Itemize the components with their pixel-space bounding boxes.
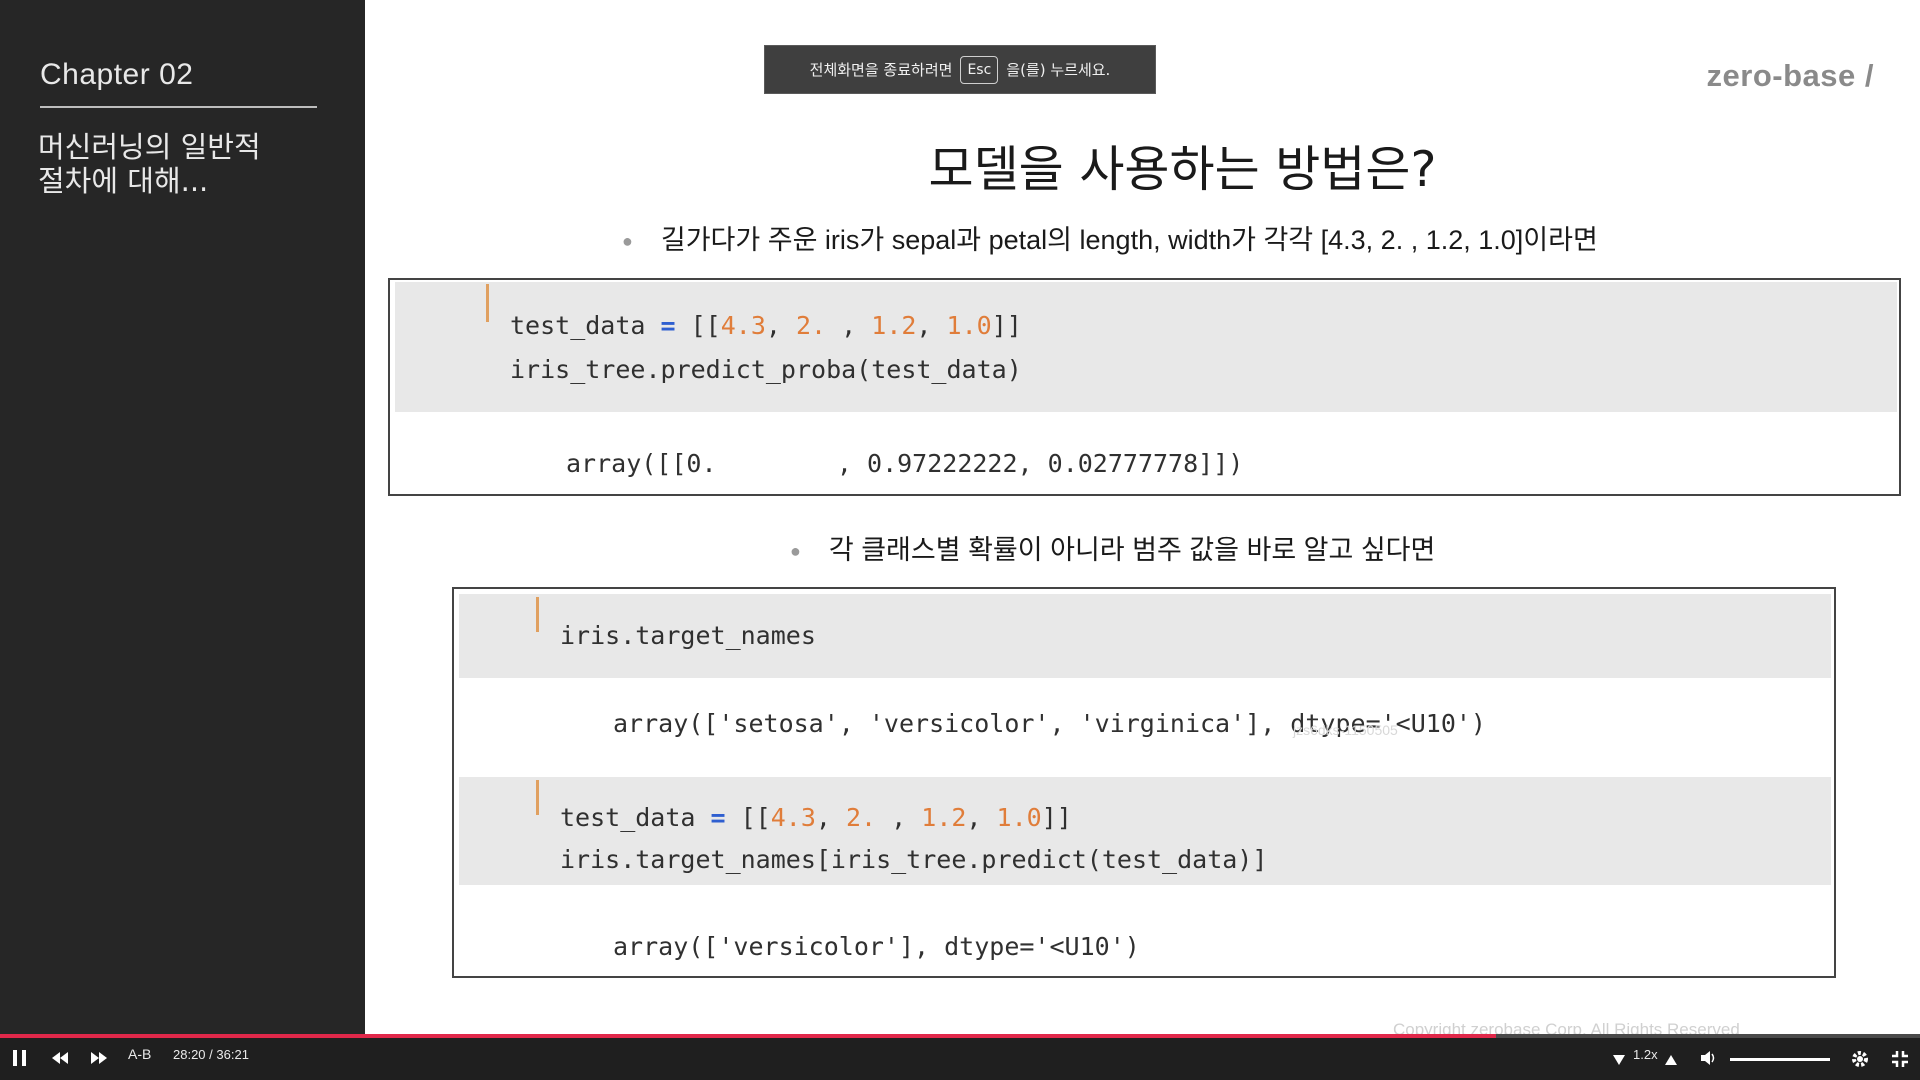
esc-key-badge: Esc — [960, 55, 999, 84]
toast-text-before: 전체화면을 종료하려면 — [809, 61, 953, 79]
cell-marker — [536, 597, 539, 632]
chapter-sidebar: Chapter 02 머신러닝의 일반적 절차에 대해... — [0, 0, 365, 1037]
bullet-text-1: 길가다가 주운 iris가 sepal과 petal의 length, widt… — [660, 225, 1598, 255]
code-line: test_data = [[4.3, 2. , 1.2, 1.0]] — [510, 311, 1022, 340]
duration: 36:21 — [216, 1047, 249, 1062]
brand-logo: zero-base / — [1706, 58, 1874, 93]
chapter-topic: 머신러닝의 일반적 절차에 대해... — [38, 130, 261, 198]
progress-bar[interactable] — [0, 1034, 1920, 1038]
cell-marker — [486, 284, 489, 322]
code-block-predict-proba: test_data = [[4.3, 2. , 1.2, 1.0]] iris_… — [388, 278, 1901, 496]
code-line: test_data = [[4.3, 2. , 1.2, 1.0]] — [560, 803, 1072, 832]
video-player-bar — [0, 1037, 1920, 1080]
bullet-dot-icon: ● — [790, 541, 801, 562]
bullet-point-1: ● 길가다가 주운 iris가 sepal과 petal의 length, wid… — [622, 218, 1598, 257]
code-output: array([[0. , 0.97222222, 0.02777778]]) — [566, 449, 1244, 478]
slide-title: 모델을 사용하는 방법은? — [928, 141, 1437, 198]
playback-speed: 1.2x — [1633, 1047, 1658, 1062]
time-separator: / — [209, 1047, 213, 1062]
volume-icon[interactable] — [1700, 1050, 1718, 1071]
rewind-icon[interactable] — [50, 1049, 70, 1072]
time-display: 28:20 / 36:21 — [173, 1047, 249, 1062]
code-line: iris.target_names — [560, 621, 816, 650]
code-line: iris.target_names[iris_tree.predict(test… — [560, 845, 1268, 874]
volume-slider[interactable] — [1730, 1058, 1830, 1061]
chapter-label: Chapter 02 — [40, 58, 194, 91]
fullscreen-exit-toast: 전체화면을 종료하려면 Esc 을(를) 누르세요. — [764, 45, 1156, 94]
current-time: 28:20 — [173, 1047, 206, 1062]
lecture-slide: zero-base / 모델을 사용하는 방법은? ● 길가다가 주운 iris가… — [365, 0, 1920, 1037]
bullet-text-2: 각 클래스별 확률이 아니라 범주 값을 바로 알고 싶다면 — [828, 535, 1436, 565]
ab-repeat-button[interactable]: A-B — [128, 1046, 151, 1062]
code-output: array(['versicolor'], dtype='<U10') — [613, 932, 1140, 961]
chapter-divider — [40, 106, 317, 108]
toast-text-after: 을(를) 누르세요. — [1006, 61, 1111, 79]
exit-fullscreen-icon[interactable] — [1890, 1049, 1910, 1074]
code-line: iris_tree.predict_proba(test_data) — [510, 355, 1022, 384]
cell-marker — [536, 780, 539, 815]
speed-up-icon[interactable] — [1664, 1051, 1678, 1071]
user-watermark: jzs6dks-1150505 — [1293, 722, 1398, 738]
bullet-dot-icon: ● — [622, 231, 633, 252]
progress-fill — [0, 1034, 1496, 1038]
settings-icon[interactable] — [1850, 1049, 1870, 1074]
bullet-point-2: ● 각 클래스별 확률이 아니라 범주 값을 바로 알고 싶다면 — [790, 528, 1435, 567]
speed-down-icon[interactable] — [1612, 1051, 1626, 1071]
pause-icon[interactable] — [11, 1048, 29, 1073]
fast-forward-icon[interactable] — [89, 1049, 109, 1072]
code-block-target-names: iris.target_names array(['setosa', 'vers… — [452, 587, 1836, 978]
